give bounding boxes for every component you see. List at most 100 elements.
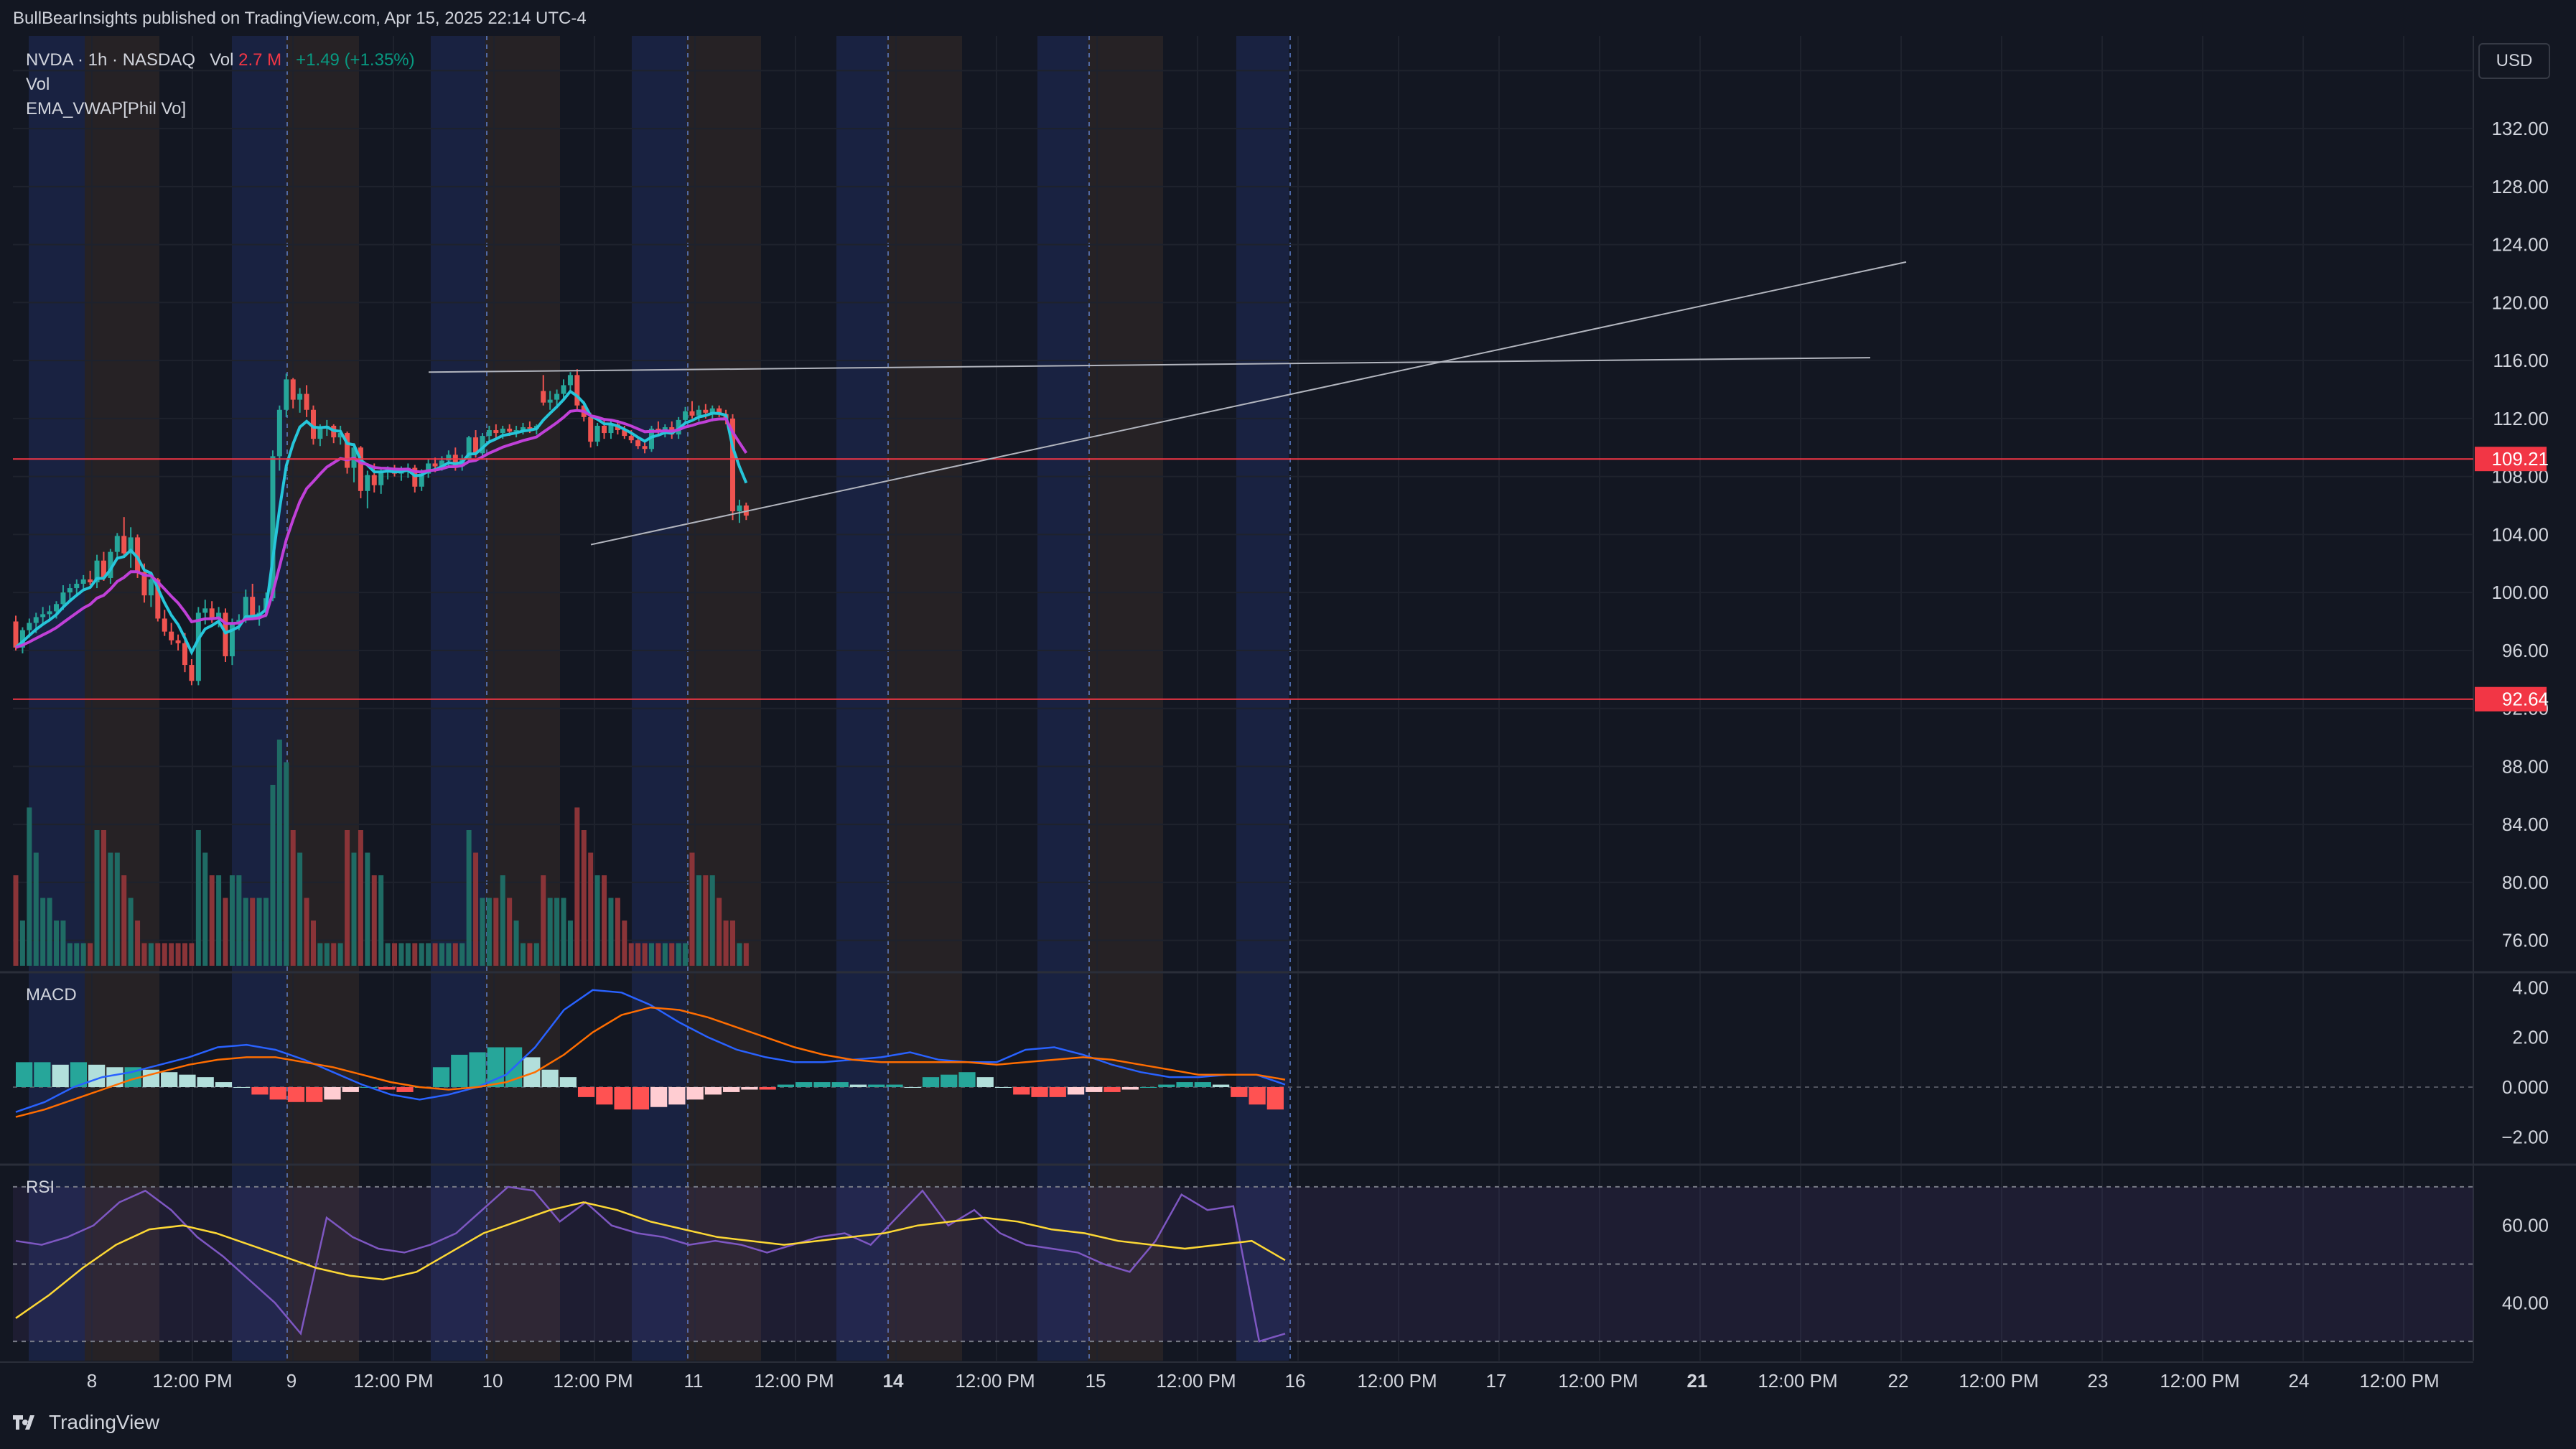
volume-bar bbox=[426, 943, 431, 966]
time-tick-label: 15 bbox=[1086, 1370, 1106, 1392]
candle-body bbox=[33, 617, 39, 623]
rsi-pane-label[interactable]: RSI bbox=[26, 1178, 55, 1198]
candle-body bbox=[737, 505, 742, 512]
candle-body bbox=[371, 475, 377, 485]
candle-body bbox=[47, 611, 52, 615]
macd-histogram-bar bbox=[269, 1087, 286, 1100]
volume-bar bbox=[290, 830, 296, 966]
macd-histogram-bar bbox=[577, 1087, 595, 1097]
macd-histogram-bar bbox=[1013, 1087, 1030, 1095]
candle-body bbox=[635, 440, 641, 447]
volume-bar bbox=[655, 943, 661, 966]
volume-bar bbox=[351, 852, 357, 966]
macd-histogram-bar bbox=[650, 1087, 668, 1107]
macd-histogram-bar bbox=[1049, 1087, 1066, 1097]
volume-bar bbox=[709, 875, 715, 966]
tradingview-footer: TradingView bbox=[13, 1411, 159, 1434]
session-shade-11 bbox=[1088, 36, 1163, 1361]
symbol-info: NVDA · 1h · NASDAQ bbox=[26, 50, 196, 70]
candle-body bbox=[689, 411, 695, 416]
volume-bar bbox=[392, 943, 398, 966]
volume-bar bbox=[162, 943, 167, 966]
macd-tick-label: 4.00 bbox=[2512, 977, 2549, 998]
volume-bar bbox=[310, 921, 316, 966]
candle-body bbox=[554, 393, 560, 400]
macd-histogram-bar bbox=[632, 1087, 649, 1110]
time-tick-label: 23 bbox=[2088, 1370, 2109, 1392]
macd-pane-label[interactable]: MACD bbox=[26, 985, 77, 1005]
volume-bar bbox=[229, 875, 235, 966]
macd-histogram-bar bbox=[1139, 1087, 1157, 1088]
candle-body bbox=[602, 425, 607, 434]
volume-bar bbox=[398, 943, 404, 966]
volume-bar bbox=[101, 830, 106, 966]
volume-bar bbox=[337, 943, 343, 966]
session-shade-8 bbox=[836, 36, 887, 1361]
volume-bar bbox=[94, 830, 100, 966]
volume-bar bbox=[547, 898, 553, 966]
macd-histogram-bar bbox=[161, 1072, 178, 1087]
candle-body bbox=[642, 446, 648, 449]
publisher-caption: BullBearInsights published on TradingVie… bbox=[13, 9, 587, 28]
macd-histogram-bar bbox=[795, 1082, 813, 1087]
time-tick-label: 24 bbox=[2289, 1370, 2310, 1392]
candle-body bbox=[493, 430, 499, 434]
volume-bar bbox=[121, 875, 127, 966]
time-tick-label: 12:00 PM bbox=[1959, 1370, 2038, 1392]
macd-histogram-bar bbox=[396, 1087, 414, 1092]
volume-bar bbox=[743, 943, 749, 966]
macd-histogram-bar bbox=[741, 1087, 758, 1090]
vol-indicator-label[interactable]: Vol bbox=[26, 75, 50, 95]
session-shade-6 bbox=[632, 36, 686, 1361]
volume-bar bbox=[615, 898, 620, 966]
time-tick-label: 12:00 PM bbox=[1758, 1370, 1837, 1392]
time-tick-label: 17 bbox=[1486, 1370, 1507, 1392]
volume-bar bbox=[567, 921, 573, 966]
macd-histogram-bar bbox=[1266, 1087, 1284, 1110]
session-shade-0 bbox=[29, 36, 85, 1361]
candle-body bbox=[54, 604, 60, 612]
chart-canvas[interactable]: 76.0080.0084.0088.0092.0096.00100.00104.… bbox=[0, 0, 2576, 1449]
volume-bar bbox=[331, 943, 337, 966]
volume-bar bbox=[297, 852, 303, 966]
volume-bar bbox=[365, 852, 370, 966]
macd-histogram-bar bbox=[342, 1087, 359, 1092]
candle-body bbox=[88, 579, 93, 582]
macd-tick-label: 2.00 bbox=[2512, 1027, 2549, 1048]
volume-bar bbox=[284, 762, 289, 966]
volume-bar bbox=[189, 943, 195, 966]
volume-bar bbox=[40, 898, 46, 966]
candle-body bbox=[148, 579, 154, 596]
volume-bar bbox=[169, 943, 174, 966]
volume-bar bbox=[371, 875, 377, 966]
volume-bar bbox=[67, 943, 73, 966]
ema-indicator-label[interactable]: EMA_VWAP[Phil Vo] bbox=[26, 99, 186, 119]
price-tick-label: 80.00 bbox=[2502, 872, 2549, 893]
macd-histogram-bar bbox=[324, 1087, 341, 1100]
volume-bar bbox=[608, 898, 614, 966]
macd-histogram-bar bbox=[994, 1087, 1012, 1088]
time-tick-label: 8 bbox=[87, 1370, 97, 1392]
volume-bar bbox=[135, 921, 141, 966]
volume-bar bbox=[493, 898, 499, 966]
volume-bar bbox=[459, 943, 465, 966]
macd-histogram-bar bbox=[686, 1087, 704, 1100]
price-tick-label: 76.00 bbox=[2502, 930, 2549, 951]
macd-histogram-bar bbox=[523, 1057, 541, 1087]
time-tick-label: 14 bbox=[883, 1370, 904, 1392]
volume-bar bbox=[33, 852, 39, 966]
macd-histogram-bar bbox=[723, 1087, 740, 1092]
macd-histogram-bar bbox=[306, 1087, 323, 1102]
volume-bar bbox=[385, 943, 391, 966]
price-change: +1.49 (+1.35%) bbox=[296, 50, 415, 70]
time-tick-label: 12:00 PM bbox=[1357, 1370, 1437, 1392]
macd-histogram-bar bbox=[378, 1087, 396, 1090]
volume-bar bbox=[581, 830, 587, 966]
currency-button[interactable]: USD bbox=[2478, 43, 2550, 79]
volume-bar bbox=[216, 875, 222, 966]
symbol-legend: NVDA · 1h · NASDAQ Vol 2.7 M +1.49 (+1.3… bbox=[26, 50, 415, 70]
macd-histogram-bar bbox=[1194, 1082, 1211, 1087]
candle-body bbox=[195, 612, 201, 681]
macd-histogram-bar bbox=[432, 1067, 450, 1087]
volume-bar bbox=[689, 852, 695, 966]
